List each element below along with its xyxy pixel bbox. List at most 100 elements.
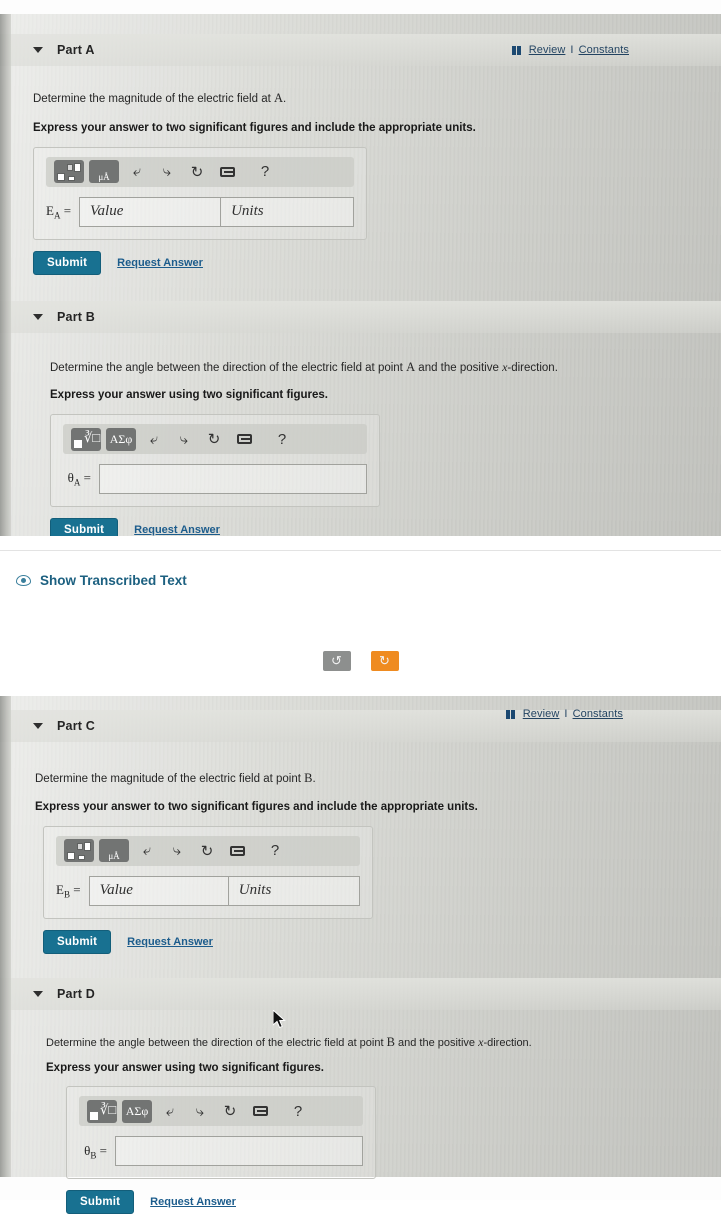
variable-label-b: θA = (67, 470, 91, 488)
units-icon[interactable]: μÅ (89, 160, 119, 184)
submit-button-c[interactable]: Submit (43, 929, 112, 954)
units-input-a[interactable]: Units (220, 196, 354, 227)
variable-label-c: EB = (56, 881, 81, 900)
link-separator: I (570, 44, 574, 56)
help-icon[interactable]: ? (262, 838, 288, 864)
eye-icon (16, 575, 31, 586)
value-input-c[interactable]: Value (88, 875, 229, 906)
book-icon (511, 45, 523, 55)
sqrt-template-icon[interactable]: ∛□ (87, 1099, 117, 1123)
panel-parts-ab: Review I Constants Part A Determine the … (0, 14, 721, 543)
value-input-a[interactable]: Value (79, 196, 222, 227)
request-answer-link-b[interactable]: Request Answer (134, 524, 220, 536)
prompt-b-pre: Determine the angle between the directio… (50, 361, 407, 374)
undo-icon[interactable]: ⤶ (141, 426, 167, 452)
reset-icon[interactable]: ↻ (194, 838, 220, 864)
help-icon[interactable]: ? (285, 1098, 311, 1124)
rotate-left-button[interactable]: ↺ (322, 651, 351, 671)
request-answer-link-a[interactable]: Request Answer (117, 257, 203, 269)
greek-symbols-icon[interactable]: ΑΣφ (122, 1099, 152, 1123)
panel-parts-cd: Review I Constants Part C Determine the … (0, 696, 721, 1214)
review-link[interactable]: Review (529, 44, 566, 56)
help-icon[interactable]: ? (269, 426, 295, 452)
review-link[interactable]: Review (523, 708, 560, 720)
submit-button-a[interactable]: Submit (33, 250, 102, 275)
instruction-c: Express your answer to two significant f… (35, 800, 478, 813)
math-template-icon[interactable] (54, 160, 84, 184)
keyboard-icon[interactable] (231, 426, 257, 452)
answer-card-d: ∛□ ΑΣφ ⤶ ⤷ ↻ ? θB = (66, 1086, 376, 1180)
reset-icon[interactable]: ↻ (184, 159, 210, 185)
math-toolbar-a: μÅ ⤶ ⤷ ↻ ? (46, 156, 354, 187)
submit-row-c: Submit Request Answer (43, 929, 703, 954)
prompt-d-var: B (386, 1034, 395, 1049)
chevron-down-icon[interactable] (33, 723, 43, 729)
value-input-b[interactable] (99, 464, 367, 495)
rotate-buttons: ↺ ↻ (0, 651, 721, 671)
submit-row-d: Submit Request Answer (66, 1190, 703, 1214)
math-toolbar-b: ∛□ ΑΣφ ⤶ ⤷ ↻ ? (63, 424, 367, 455)
part-title-b: Part B (57, 309, 96, 324)
help-icon[interactable]: ? (252, 159, 278, 185)
prompt-c: Determine the magnitude of the electric … (35, 770, 703, 788)
part-body-a: Determine the magnitude of the electric … (0, 66, 721, 275)
constants-link[interactable]: Constants (579, 44, 629, 56)
prompt-a: Determine the magnitude of the electric … (33, 90, 703, 108)
units-input-c[interactable]: Units (227, 875, 360, 906)
answer-card-a: μÅ ⤶ ⤷ ↻ ? EA = Value Units (33, 146, 367, 240)
redo-icon[interactable]: ⤷ (154, 159, 180, 185)
screenshot-root: Review I Constants Part A Determine the … (0, 0, 721, 1214)
part-header-b[interactable]: Part B (0, 300, 721, 333)
answer-row-a: EA = Value Units (46, 196, 354, 227)
part-title-c: Part C (57, 719, 96, 733)
submit-button-d[interactable]: Submit (66, 1190, 135, 1214)
book-icon (505, 709, 517, 719)
variable-label-a: EA = (46, 202, 72, 221)
prompt-c-post: . (312, 773, 316, 785)
prompt-d: Determine the angle between the directio… (46, 1034, 703, 1051)
link-separator: I (564, 708, 568, 720)
math-toolbar-d: ∛□ ΑΣφ ⤶ ⤷ ↻ ? (79, 1096, 363, 1127)
undo-icon[interactable]: ⤶ (157, 1098, 183, 1124)
submit-row-a: Submit Request Answer (33, 250, 703, 275)
answer-row-b: θA = (63, 464, 367, 495)
keyboard-icon[interactable] (247, 1098, 273, 1124)
chevron-down-icon[interactable] (33, 990, 43, 997)
show-transcribed-text-button[interactable]: Show Transcribed Text (0, 573, 721, 588)
instruction-a: Express your answer to two significant f… (33, 121, 476, 134)
units-icon[interactable]: μÅ (99, 839, 129, 863)
chevron-down-icon[interactable] (33, 313, 43, 320)
divider-top (0, 550, 721, 551)
undo-icon[interactable]: ⤶ (134, 838, 160, 864)
header-links-2: Review I Constants (505, 708, 623, 720)
keyboard-icon[interactable] (214, 159, 240, 185)
sqrt-template-icon[interactable]: ∛□ (71, 427, 101, 451)
answer-card-b: ∛□ ΑΣφ ⤶ ⤷ ↻ ? θA = (50, 414, 380, 508)
show-transcribed-text-label: Show Transcribed Text (40, 573, 187, 588)
redo-icon[interactable]: ⤷ (164, 838, 190, 864)
reset-icon[interactable]: ↻ (201, 426, 227, 452)
undo-icon[interactable]: ⤶ (124, 159, 150, 185)
answer-row-d: θB = (79, 1136, 363, 1167)
part-header-d[interactable]: Part D (0, 977, 721, 1010)
value-input-d[interactable] (115, 1136, 363, 1167)
redo-icon[interactable]: ⤷ (187, 1098, 213, 1124)
chevron-down-icon[interactable] (33, 47, 43, 53)
request-answer-link-c[interactable]: Request Answer (127, 936, 213, 948)
request-answer-link-d[interactable]: Request Answer (150, 1196, 236, 1208)
rotate-right-button[interactable]: ↻ (370, 651, 399, 671)
prompt-d-pre: Determine the angle between the directio… (46, 1036, 387, 1049)
greek-symbols-icon[interactable]: ΑΣφ (106, 427, 136, 451)
prompt-d-post: and the positive x-direction. (394, 1034, 532, 1049)
part-title-a: Part A (57, 43, 95, 57)
constants-link[interactable]: Constants (573, 708, 623, 720)
keyboard-icon[interactable] (224, 838, 250, 864)
variable-label-d: θB = (84, 1142, 107, 1161)
math-template-icon[interactable] (64, 839, 94, 863)
part-title-d: Part D (57, 986, 96, 1001)
reset-icon[interactable]: ↻ (217, 1098, 243, 1124)
redo-icon[interactable]: ⤷ (171, 426, 197, 452)
part-body-b: Determine the angle between the directio… (0, 333, 721, 543)
part-body-c: Determine the magnitude of the electric … (0, 742, 721, 954)
transcribed-band: Show Transcribed Text ↺ ↻ (0, 536, 721, 696)
